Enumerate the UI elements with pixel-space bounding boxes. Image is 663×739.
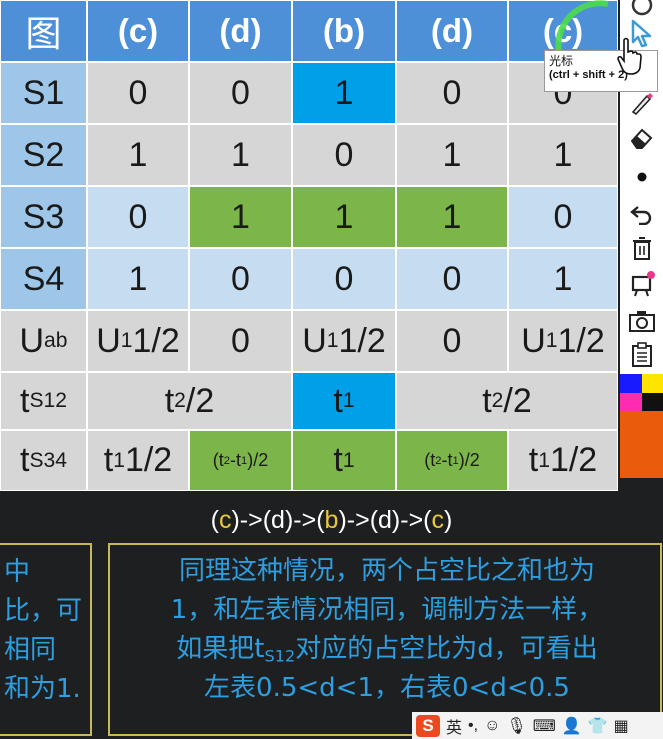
- row-label-s4: S4: [0, 248, 87, 310]
- emoji-icon[interactable]: ☺: [484, 717, 500, 735]
- row-label-s2: S2: [0, 124, 87, 186]
- table-cell: 0: [87, 186, 189, 248]
- table-column-header: (d): [189, 0, 292, 62]
- table-cell: 1: [189, 124, 292, 186]
- left-note-line: 和为1.: [4, 674, 81, 704]
- dot-icon[interactable]: [620, 158, 663, 196]
- user-icon[interactable]: 👤: [562, 716, 582, 736]
- right-note-line-4: 左表0.5<d<1，右表0<d<0.5: [204, 673, 570, 703]
- keyboard-icon[interactable]: ⌨: [533, 716, 556, 736]
- color-palette-icon[interactable]: [620, 374, 663, 478]
- left-note-box: 中 比，可 相同 和为1.: [0, 543, 92, 736]
- row-label-uab: Uab: [0, 310, 87, 372]
- table-cell: (t 2 -t 1)/2: [189, 430, 292, 491]
- row-label-s1: S1: [0, 62, 87, 124]
- mic-icon[interactable]: 🎙: [506, 716, 526, 736]
- table-cell: 1: [396, 124, 508, 186]
- eraser-icon[interactable]: [620, 119, 663, 157]
- seq-c2: c: [431, 506, 445, 534]
- left-note-line: 比，可: [4, 596, 83, 626]
- row-label-ts12: t S12: [0, 372, 87, 430]
- switch-state-table: 图 (c) (d) (b) (d) (c) S1 0 0 1 0 0 S2 1 1 0 1 1 S3 0 1 1 1 0 S4 1…: [0, 0, 618, 491]
- trash-icon[interactable]: [620, 229, 663, 267]
- table-cell: 0: [396, 62, 508, 124]
- table-cell: U 1 1/2: [87, 310, 189, 372]
- ime-toolbar: S 英 •, ☺ 🎙 ⌨ 👤 👕 ▦: [412, 712, 663, 739]
- table-cell: 1: [189, 186, 292, 248]
- table-cell: t 2/2: [87, 372, 292, 430]
- table-column-header: (c): [87, 0, 189, 62]
- table-cell: 1: [87, 124, 189, 186]
- table-cell: 0: [189, 310, 292, 372]
- table-column-header: (d): [396, 0, 508, 62]
- camera-icon[interactable]: [620, 302, 663, 340]
- table-cell: 0: [508, 186, 618, 248]
- table-cell: U 1 1/2: [292, 310, 396, 372]
- ime-lang[interactable]: 英: [446, 714, 462, 738]
- table-cell: 0: [396, 310, 508, 372]
- table-cell: 1: [292, 186, 396, 248]
- table-cell: (t 2 -t 1)/2: [396, 430, 508, 491]
- whiteboard-icon[interactable]: [620, 265, 663, 303]
- left-note-line: 相同: [4, 635, 57, 665]
- shirt-icon[interactable]: 👕: [588, 716, 608, 736]
- table-cell: 1: [87, 248, 189, 310]
- ime-punct[interactable]: •,: [468, 717, 478, 735]
- table-column-header: (b): [292, 0, 396, 62]
- table-cell: 0: [292, 124, 396, 186]
- table-cell: t 1 1/2: [87, 430, 189, 491]
- table-cell: t1: [292, 430, 396, 491]
- grid-icon[interactable]: ▦: [614, 716, 629, 736]
- table-cell: t 1 1/2: [508, 430, 618, 491]
- right-note-line-3: 如果把tS12对应的占空比为d，可看出: [176, 634, 598, 666]
- right-note-line-2: 1，和左表情况相同，调制方法一样，: [170, 595, 604, 625]
- left-note-line: 中: [4, 557, 31, 587]
- table-corner-header: 图: [0, 0, 87, 62]
- table-cell: 0: [189, 248, 292, 310]
- table-cell: 1: [508, 248, 618, 310]
- hand-pointer-icon: [617, 37, 642, 75]
- sequence-caption: (c)->(d)->(b)->(d)->(c): [210, 506, 453, 534]
- clipboard-icon[interactable]: [620, 336, 663, 374]
- table-cell: 1: [508, 124, 618, 186]
- right-note-box: 同理这种情况，两个占空比之和也为 1，和左表情况相同，调制方法一样， 如果把tS…: [108, 543, 662, 736]
- seq-b: b: [324, 506, 339, 534]
- table-cell: t1: [292, 372, 396, 430]
- table-cell: t 2/2: [396, 372, 618, 430]
- table-cell: 1: [292, 62, 396, 124]
- table-cell: 0: [292, 248, 396, 310]
- seq-c1: c: [218, 506, 232, 534]
- table-cell: U 1 1/2: [508, 310, 618, 372]
- undo-icon[interactable]: [620, 194, 663, 232]
- table-cell: 0: [396, 248, 508, 310]
- table-cell: 1: [396, 186, 508, 248]
- row-label-ts34: t S34: [0, 430, 87, 491]
- table-cell: 0: [87, 62, 189, 124]
- table-cell: 0: [189, 62, 292, 124]
- row-label-s3: S3: [0, 186, 87, 248]
- sogou-logo-icon[interactable]: S: [416, 714, 440, 737]
- right-note-line-1: 同理这种情况，两个占空比之和也为: [178, 556, 595, 586]
